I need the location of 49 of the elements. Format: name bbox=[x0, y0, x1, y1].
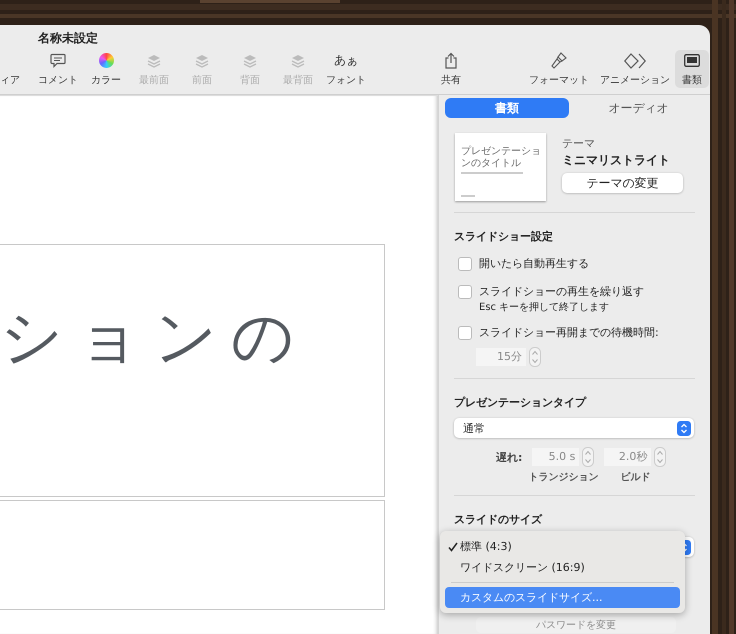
stepper-icon[interactable] bbox=[582, 447, 594, 467]
checkbox-label: スライドショー再開までの待機時間: bbox=[479, 325, 659, 340]
theme-name: ミニマリストライト bbox=[562, 152, 671, 169]
thumbnail-footer-line bbox=[461, 195, 475, 197]
layers-icon bbox=[290, 52, 306, 68]
toolbar-button[interactable]: 書類 bbox=[675, 50, 709, 88]
section-heading: スライドショー設定 bbox=[454, 229, 554, 244]
font-icon: あぁ bbox=[334, 52, 358, 69]
transition-label: トランジション bbox=[528, 471, 598, 484]
toolbar-button[interactable]: あぁ フォント bbox=[322, 50, 370, 88]
share-icon bbox=[444, 52, 458, 69]
stepper-icon[interactable] bbox=[529, 347, 541, 367]
menu-item[interactable]: ワイドスクリーン (16:9) bbox=[445, 557, 680, 578]
comment-icon bbox=[50, 53, 66, 68]
toolbar-button[interactable]: アニメーション bbox=[595, 50, 675, 88]
color-wheel-icon bbox=[98, 53, 114, 68]
tab[interactable]: 書類 bbox=[445, 98, 568, 118]
thumbnail-title: プレゼンテーションのタイトル bbox=[461, 146, 542, 170]
diamond-icon bbox=[624, 52, 646, 68]
thumbnail-subtitle-line bbox=[461, 172, 523, 174]
theme-label: テーマ bbox=[562, 136, 596, 151]
toolbar-button[interactable]: フォーマット bbox=[523, 50, 595, 88]
section-heading: スライドのサイズ bbox=[454, 512, 544, 527]
checkbox[interactable] bbox=[458, 284, 472, 298]
sidebar-icon bbox=[684, 54, 700, 67]
checkbox[interactable] bbox=[458, 326, 472, 340]
checkbox[interactable] bbox=[458, 256, 472, 270]
checkbox-label: 開いたら自動再生する bbox=[479, 256, 589, 271]
build-label: ビルド bbox=[620, 470, 650, 484]
section-heading: プレゼンテーションタイプ bbox=[454, 395, 588, 410]
window-title: 名称未設定 bbox=[38, 30, 99, 46]
layers-icon bbox=[242, 52, 258, 68]
paintbrush-icon bbox=[551, 52, 567, 69]
checkbox-note: Esc キーを押して終了します bbox=[479, 301, 610, 314]
change-theme-button[interactable]: テーマの変更 bbox=[562, 173, 683, 193]
toolbar-button[interactable]: コメント bbox=[34, 50, 82, 88]
tab[interactable]: オーディオ bbox=[576, 98, 700, 118]
checkbox-label: スライドショーの再生を繰り返す bbox=[479, 284, 644, 299]
toolbar-button[interactable]: ィア bbox=[0, 50, 34, 88]
delay-label: 遅れ: bbox=[496, 450, 522, 466]
popup-arrows-icon bbox=[677, 420, 691, 436]
toolbar-button[interactable]: カラー bbox=[82, 50, 130, 88]
stepper-icon[interactable] bbox=[654, 447, 666, 467]
layers-icon bbox=[194, 52, 210, 68]
toolbar-button[interactable]: 共有 bbox=[427, 50, 475, 88]
layers-icon bbox=[146, 52, 162, 68]
slide-title: ションの bbox=[0, 299, 309, 375]
presentation-type-popup[interactable]: 通常 bbox=[454, 418, 694, 438]
menu-item[interactable]: 標準 (4:3) bbox=[445, 536, 680, 557]
